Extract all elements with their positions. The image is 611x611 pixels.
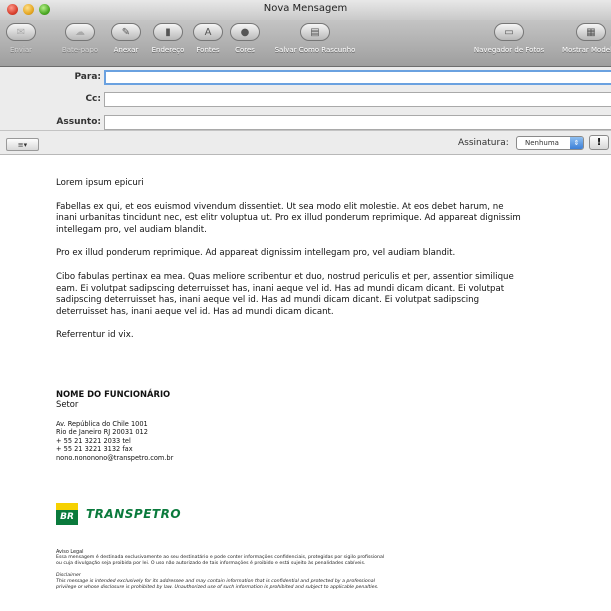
save-draft-button[interactable]: ▤ Salvar Como Rascunho	[256, 23, 374, 54]
body-paragraph: Pro ex illud ponderum reprimique. Ad app…	[56, 248, 456, 259]
phone-line: + 55 21 3221 2033 tel	[56, 436, 131, 445]
cc-row: Cc:	[0, 92, 611, 113]
photo-browser-icon: ▭	[494, 23, 524, 41]
chat-button[interactable]: ☁ Bate-papo	[56, 23, 104, 54]
legal-text: ou cuja divulgação seja proibida por lei…	[56, 561, 366, 566]
to-row: Para:	[0, 70, 611, 91]
toolbar: ✉ Enviar ☁ Bate-papo ✎ Anexar ▮ Endereço…	[0, 20, 611, 67]
legal-notice: Aviso Legal Essa mensagem é destinada ex…	[56, 549, 601, 591]
select-arrows-icon: ⇕	[570, 137, 583, 149]
send-button[interactable]: ✉ Enviar	[4, 23, 38, 54]
fax-line: + 55 21 3221 3132 fax	[56, 445, 133, 454]
mail-compose-window: Nova Mensagem ✉ Enviar ☁ Bate-papo ✎ Ane…	[0, 0, 611, 611]
signature-label: Assinatura:	[458, 138, 509, 148]
window-title: Nova Mensagem	[263, 3, 348, 14]
transpetro-logo: BR TRANSPETRO	[56, 503, 206, 525]
photo-browser-button[interactable]: ▭ Navegador de Fotos	[466, 23, 552, 54]
employee-sector: Setor	[56, 399, 79, 409]
cc-field-box	[104, 92, 611, 113]
fonts-icon: A	[193, 23, 223, 41]
subject-label: Assunto:	[56, 117, 101, 127]
stationery-icon: ▦	[576, 23, 606, 41]
show-stationery-button[interactable]: ▦ Mostrar Modelos	[554, 23, 611, 54]
attach-icon: ✎	[111, 23, 141, 41]
attach-button[interactable]: ✎ Anexar	[106, 23, 146, 54]
to-field[interactable]	[106, 79, 611, 91]
signature-address: Av. República do Chile 1001 Rio de Janei…	[56, 420, 556, 462]
br-logo-mark: BR	[56, 503, 78, 525]
subject-field-box	[104, 115, 611, 136]
body-paragraph: Referrentur id vix.	[56, 330, 134, 341]
to-label: Para:	[74, 72, 101, 82]
subject-field[interactable]	[105, 122, 611, 136]
format-menu-button[interactable]: ≡▾	[6, 138, 39, 151]
logo-wordmark: TRANSPETRO	[86, 507, 182, 521]
email-address: nono.nononono@transpetro.com.br	[56, 453, 174, 462]
email-signature: NOME DO FUNCIONÁRIO Setor Av. República …	[56, 389, 556, 462]
title-bar[interactable]: Nova Mensagem	[0, 0, 611, 20]
body-paragraph: Cibo fabulas pertinax ea mea. Quas melio…	[56, 271, 514, 317]
send-icon: ✉	[6, 23, 36, 41]
body-paragraph: Lorem ipsum epicuri	[56, 178, 144, 188]
address-line: Av. República do Chile 1001	[56, 420, 148, 428]
address-icon: ▮	[153, 23, 183, 41]
message-body[interactable]: Lorem ipsum epicuri Fabellas ex qui, et …	[56, 178, 526, 354]
body-paragraph: Fabellas ex qui, et eos euismod vivendum…	[56, 201, 521, 235]
cc-label: Cc:	[85, 94, 101, 104]
to-field-box	[104, 70, 611, 91]
address-line: Rio de Janeiro RJ 20031 012	[56, 428, 148, 437]
signature-select-value: Nenhuma	[525, 139, 559, 147]
save-draft-icon: ▤	[300, 23, 330, 41]
disclaimer-text: privilege or whose disclosure is prohibi…	[56, 585, 379, 590]
chat-icon: ☁	[65, 23, 95, 41]
header-divider	[0, 130, 611, 131]
signature-select[interactable]: Nenhuma ⇕	[516, 136, 584, 150]
priority-button[interactable]: !	[589, 135, 609, 150]
fonts-button[interactable]: A Fontes	[190, 23, 226, 54]
employee-name: NOME DO FUNCIONÁRIO	[56, 389, 171, 399]
cc-field[interactable]	[105, 99, 611, 113]
address-button[interactable]: ▮ Endereço	[146, 23, 190, 54]
